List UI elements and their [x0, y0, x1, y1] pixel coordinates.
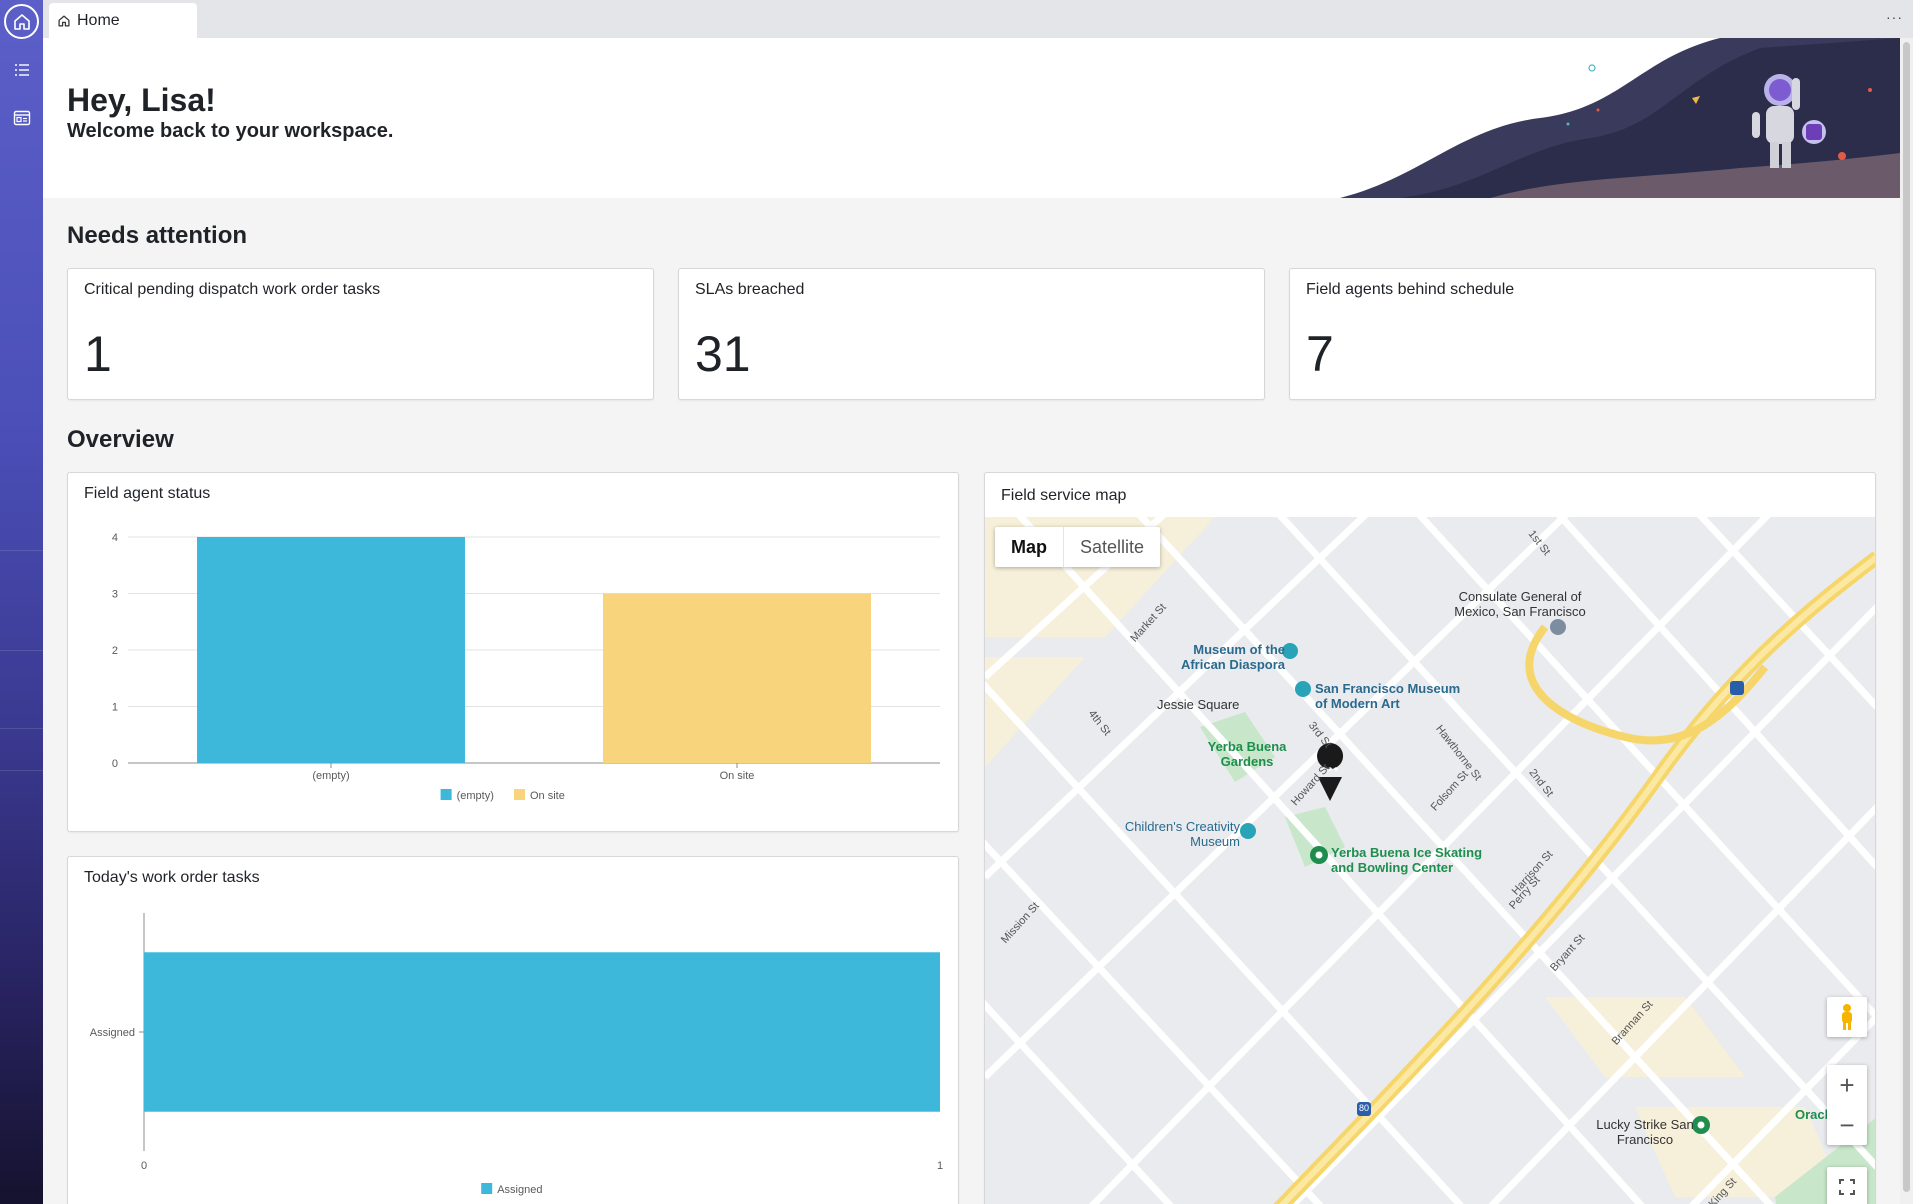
bar[interactable] [144, 952, 940, 1112]
todays-work-order-tasks-card: Today's work order tasks Assigned 0 1 Assig… [67, 856, 959, 1204]
greeting-heading: Hey, Lisa! [67, 82, 216, 118]
x-tick-label: On site [720, 770, 755, 782]
more-options-icon[interactable]: ··· [1886, 9, 1903, 25]
zoom-in-button[interactable]: + [1839, 1065, 1854, 1105]
sidebar-item-home[interactable] [4, 4, 39, 39]
welcome-banner: Hey, Lisa! Welcome back to your workspac… [43, 38, 1900, 198]
welcome-subtitle: Welcome back to your workspace. [67, 120, 394, 142]
street-view-pegman-icon[interactable] [1827, 997, 1867, 1037]
map-label-childrens-museum: Children's Creativity Museum [1124, 819, 1240, 849]
map-type-satellite-button[interactable]: Satellite [1064, 527, 1160, 567]
sidebar-divider [0, 770, 43, 771]
field-service-map-card: Field service map Consulate General of M… [984, 472, 1876, 1204]
legend-label: On site [530, 790, 565, 802]
map-label-yerba-buena-gardens: Yerba Buena Gardens [1207, 739, 1287, 769]
zoom-out-button[interactable]: − [1839, 1105, 1854, 1145]
tab-home[interactable]: Home [49, 3, 197, 38]
legend-label: Assigned [497, 1184, 542, 1196]
y-tick-label: 3 [112, 589, 118, 601]
sidebar-item-dashboard[interactable] [4, 100, 39, 135]
kpi-card-label: SLAs breached [695, 281, 805, 298]
scrollbar-thumb[interactable] [1903, 42, 1910, 1192]
sidebar-divider [0, 550, 43, 551]
y-tick-label: 1 [112, 702, 118, 714]
home-icon [13, 13, 30, 30]
map-type-toggle: Map Satellite [995, 527, 1161, 567]
kpi-card-slas-breached[interactable]: SLAs breached 31 [678, 268, 1265, 400]
legend-label: (empty) [457, 790, 494, 802]
needs-attention-heading: Needs attention [67, 222, 248, 249]
x-tick-label: (empty) [312, 770, 349, 782]
kpi-card-agents-behind-schedule[interactable]: Field agents behind schedule 7 [1289, 268, 1876, 400]
sidebar-item-list[interactable] [4, 52, 39, 87]
home-icon [58, 14, 70, 27]
kpi-card-label: Critical pending dispatch work order tas… [84, 281, 381, 298]
y-tick-label: 2 [112, 645, 118, 657]
bar[interactable] [197, 537, 465, 763]
kpi-card-critical-dispatch[interactable]: Critical pending dispatch work order tas… [67, 268, 654, 400]
tab-home-label: Home [77, 11, 120, 29]
map-label-museum-african-diaspora: Museum of the African Diaspora [1180, 642, 1285, 672]
sidebar [0, 0, 43, 1204]
kpi-card-label: Field agents behind schedule [1306, 281, 1515, 298]
kpi-card-value: 1 [84, 326, 112, 382]
map-canvas[interactable]: Consulate General of Mexico, San Francis… [985, 517, 1875, 1204]
overview-heading: Overview [67, 426, 174, 453]
legend-swatch [440, 789, 452, 800]
app-window: Home ··· Hey, Lisa! Welcome back to your… [0, 0, 1913, 1204]
workspace-content: Hey, Lisa! Welcome back to your workspac… [43, 38, 1900, 1204]
y-tick-label: 4 [112, 532, 118, 544]
x-tick-label: 0 [141, 1160, 147, 1172]
legend-swatch [514, 789, 525, 800]
dashboard-icon [13, 110, 30, 125]
tab-bar: Home ··· [43, 0, 1913, 38]
list-icon [14, 63, 29, 76]
kpi-card-value: 31 [695, 326, 751, 382]
map-label-jessie-square: Jessie Square [1157, 697, 1240, 712]
todays-work-order-tasks-chart: Assigned 0 1 Assigned [90, 913, 943, 1196]
bar[interactable] [603, 593, 871, 764]
freeway-shield-i80: 80 [1358, 1103, 1369, 1113]
x-tick-label: 1 [937, 1160, 943, 1172]
kpi-card-value: 7 [1306, 326, 1334, 382]
map-label-lucky-strike: Lucky Strike San Francisco [1596, 1117, 1694, 1147]
field-agent-status-chart: 0 1 2 3 4 (empty) On site (empty) On site [112, 532, 940, 802]
map-label-ice-skating: Yerba Buena Ice Skating and Bowling Cent… [1331, 845, 1483, 875]
y-tick-label: 0 [112, 758, 118, 770]
card-title: Field service map [1001, 487, 1127, 504]
map-type-map-button[interactable]: Map [995, 527, 1064, 567]
astronaut-illustration [1340, 38, 1900, 198]
sidebar-divider [0, 650, 43, 651]
sidebar-divider [0, 728, 43, 729]
field-agent-status-card: Field agent status 0 1 2 3 4 (empty) On site (e… [67, 472, 959, 832]
map-label-consulate: Consulate General of Mexico, San Francis… [1454, 589, 1586, 619]
vertical-scrollbar[interactable] [1900, 38, 1913, 1204]
zoom-controls: + − [1827, 1065, 1867, 1145]
fullscreen-button[interactable] [1827, 1167, 1867, 1204]
fullscreen-icon [1839, 1179, 1855, 1195]
pegman-icon [1842, 1004, 1852, 1030]
map-label-sfmoma: San Francisco Museum of Modern Art [1315, 681, 1461, 711]
legend-swatch [481, 1183, 493, 1194]
y-tick-label: Assigned [90, 1027, 135, 1039]
